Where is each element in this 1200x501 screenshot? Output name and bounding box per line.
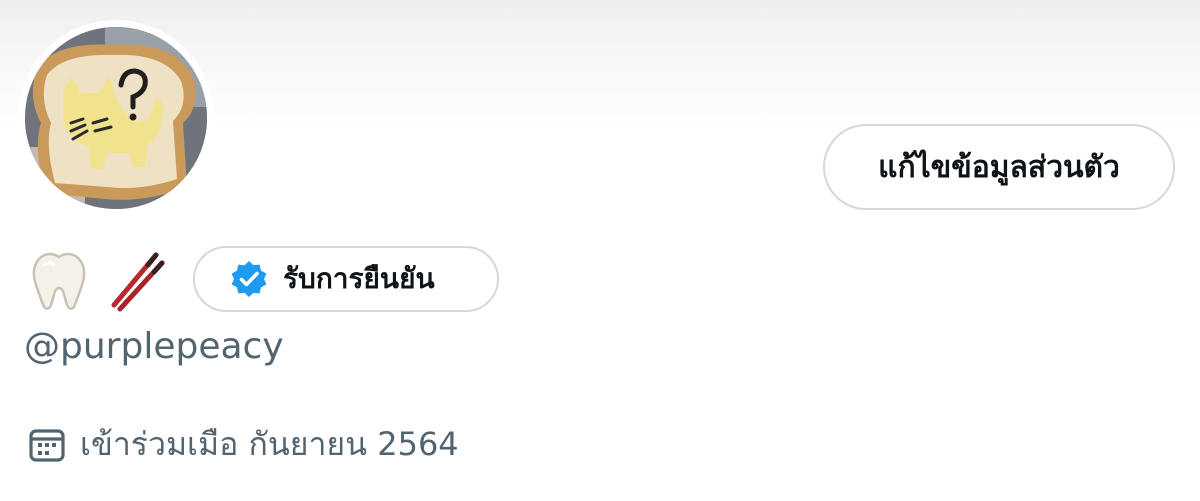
toast-cat-avatar-image: [25, 27, 207, 209]
joined-date: เข้าร่วมเมือ กันยายน 2564: [28, 418, 459, 470]
display-name: [26, 246, 170, 314]
edit-profile-button[interactable]: แก้ไขข้อมูลส่วนตัว: [823, 124, 1175, 210]
tooth-icon: [32, 252, 86, 310]
profile-avatar[interactable]: [18, 20, 214, 216]
get-verified-button[interactable]: รับการยืนยัน: [193, 246, 499, 312]
username-handle: @purplepeacy: [24, 326, 284, 367]
verified-label: รับการยืนยัน: [283, 262, 435, 295]
chopsticks-icon: [111, 252, 165, 312]
calendar-icon: [29, 429, 65, 462]
verified-badge-icon: [231, 261, 267, 297]
joined-date-text: เข้าร่วมเมือ กันยายน 2564: [80, 424, 459, 463]
